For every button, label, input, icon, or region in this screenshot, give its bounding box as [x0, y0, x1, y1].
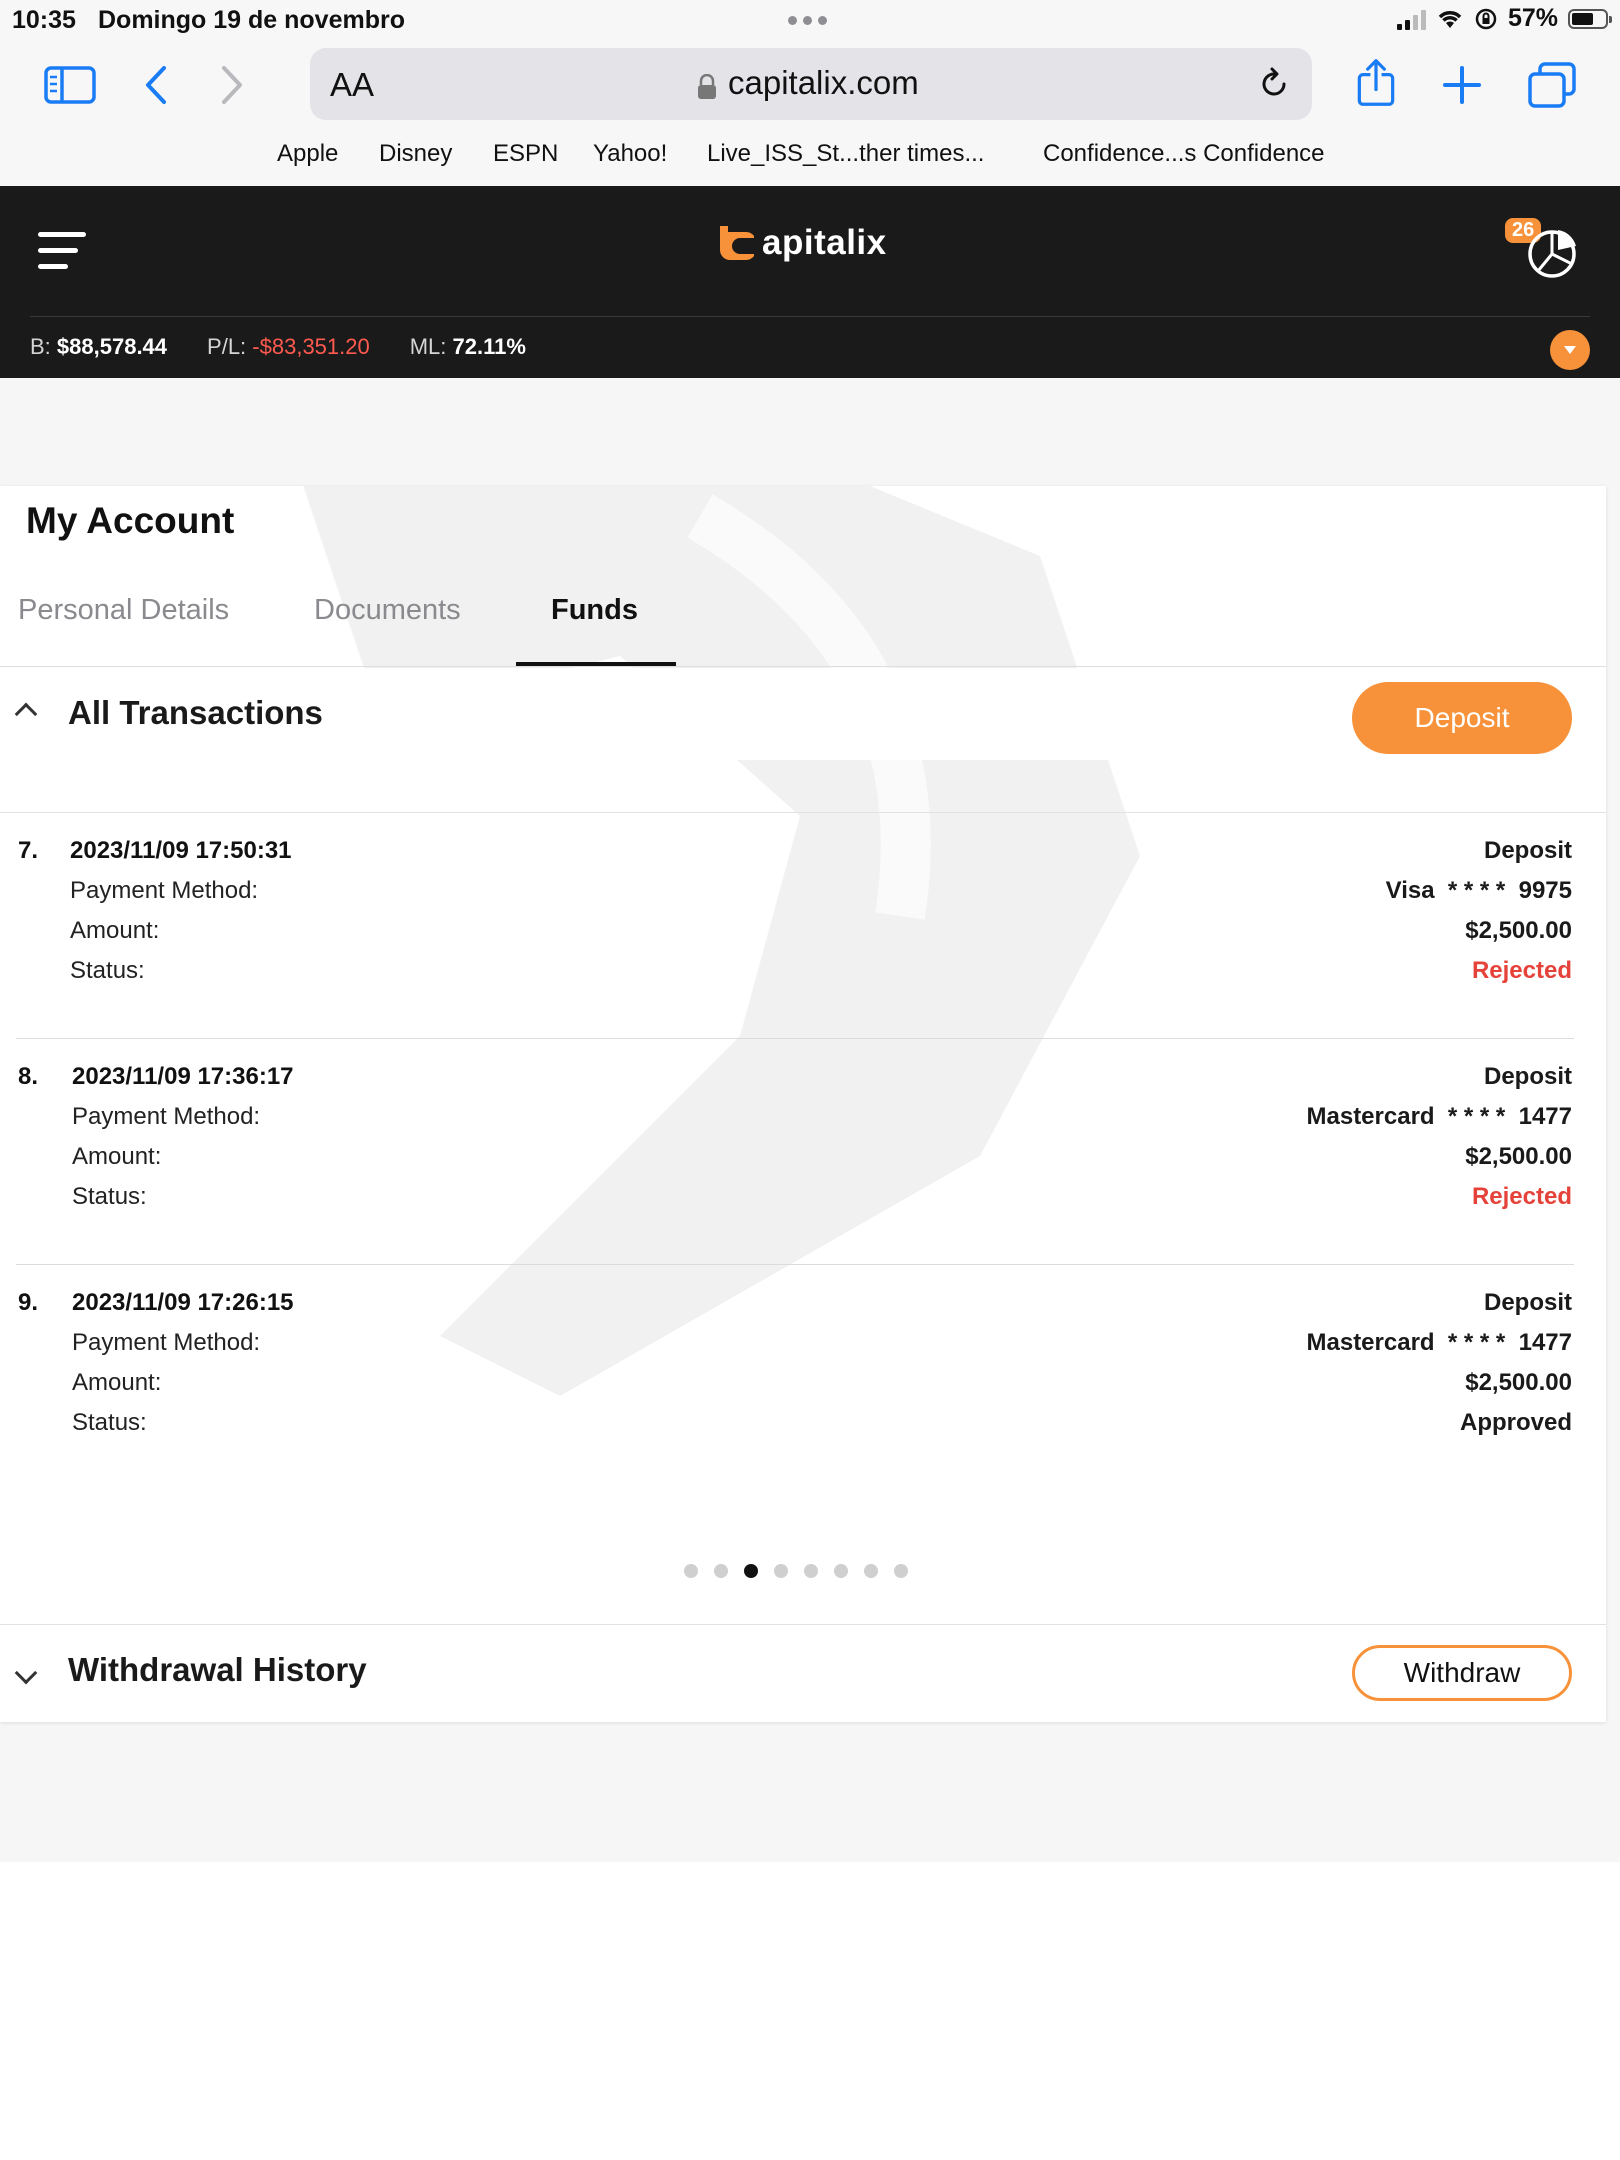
page-dot[interactable]	[774, 1564, 788, 1578]
page-dot[interactable]	[744, 1564, 758, 1578]
status-bar: 10:35 Domingo 19 de novembro 57%	[0, 0, 1620, 40]
account-stats: B: $88,578.44 P/L: -$83,351.20 ML: 72.11…	[30, 334, 526, 360]
payment-method-label: Payment Method:	[72, 1103, 261, 1130]
favorite-live-iss[interactable]: Live_ISS_St...ther times...	[707, 140, 984, 168]
status-value: Approved	[1459, 1409, 1572, 1436]
payment-method-value: Mastercard * * * * 1477	[1306, 1329, 1573, 1356]
transaction-number: 7.	[18, 837, 39, 864]
all-transactions-header[interactable]: All Transactions Deposit	[0, 668, 1606, 760]
active-tab-indicator	[516, 662, 676, 666]
orientation-lock-icon	[1475, 8, 1497, 29]
favorite-disney[interactable]: Disney	[379, 140, 452, 168]
portfolio-pie-icon[interactable]	[1518, 222, 1584, 282]
page-dot[interactable]	[834, 1564, 848, 1578]
collapse-chevron-icon[interactable]	[14, 702, 38, 726]
amount-value: $2,500.00	[1465, 1143, 1572, 1170]
favorite-espn[interactable]: ESPN	[493, 140, 558, 168]
pagination-dots	[684, 1564, 908, 1578]
menu-icon[interactable]	[38, 232, 88, 274]
amount-label: Amount:	[70, 917, 160, 944]
browser-toolbar: AA capitalix.com Apple Disney ESPN Yahoo…	[0, 40, 1620, 187]
logo-c-icon	[720, 226, 754, 260]
withdrawal-history-title: Withdrawal History	[68, 1651, 367, 1688]
tabs-overview-icon[interactable]	[1522, 60, 1582, 110]
all-transactions-title: All Transactions	[68, 694, 323, 731]
text-size-button[interactable]: AA	[330, 66, 374, 104]
sidebar-icon[interactable]	[40, 60, 100, 110]
transaction-datetime: 2023/11/09 17:36:17	[72, 1063, 294, 1090]
url-text: capitalix.com	[728, 64, 919, 101]
page-title: My Account	[26, 500, 235, 541]
favorite-confidence[interactable]: Confidence...s Confidence	[1043, 140, 1325, 168]
cellular-signal-icon	[1396, 8, 1426, 30]
transaction-number: 8.	[18, 1063, 39, 1090]
transaction-type: Deposit	[1483, 1289, 1572, 1316]
capitalix-logo[interactable]: apitalix	[716, 222, 887, 264]
account-tabs: Personal Details Documents Funds	[0, 594, 1606, 667]
battery-percent: 57%	[1507, 4, 1558, 32]
tab-funds[interactable]: Funds	[551, 594, 638, 627]
status-label: Status:	[70, 957, 145, 984]
favorite-yahoo[interactable]: Yahoo!	[593, 140, 667, 168]
status-time: 10:35	[12, 6, 76, 34]
pl-stat: P/L: -$83,351.20	[207, 334, 370, 359]
ml-value: 72.11%	[452, 334, 526, 359]
transaction-type: Deposit	[1483, 837, 1572, 864]
back-icon[interactable]	[126, 60, 186, 110]
status-label: Status:	[72, 1183, 147, 1210]
payment-method-value: Visa * * * * 9975	[1385, 877, 1572, 904]
expand-chevron-icon[interactable]	[14, 1661, 38, 1685]
my-account-card: My Account Personal Details Documents Fu…	[0, 486, 1606, 1722]
withdraw-button[interactable]: Withdraw	[1352, 1645, 1572, 1701]
amount-label: Amount:	[72, 1143, 162, 1170]
stats-expand-toggle[interactable]	[1550, 330, 1590, 370]
main-content: My Account Personal Details Documents Fu…	[0, 378, 1620, 1862]
transaction-datetime: 2023/11/09 17:50:31	[70, 837, 292, 864]
share-icon[interactable]	[1346, 58, 1406, 108]
deposit-button[interactable]: Deposit	[1352, 682, 1572, 754]
payment-method-label: Payment Method:	[70, 877, 259, 904]
forward-icon[interactable]	[202, 60, 262, 110]
tab-personal-details[interactable]: Personal Details	[18, 594, 229, 627]
wifi-icon	[1438, 10, 1462, 28]
page-dot[interactable]	[804, 1564, 818, 1578]
transaction-row: 8. 2023/11/09 17:36:17 Payment Method: A…	[0, 1039, 1606, 1265]
address-bar[interactable]: AA capitalix.com	[310, 48, 1312, 120]
status-value: Rejected	[1471, 1183, 1572, 1210]
transaction-row: 7. 2023/11/09 17:50:31 Payment Method: A…	[0, 813, 1606, 1039]
reload-icon[interactable]	[1254, 64, 1294, 104]
page-dot[interactable]	[864, 1564, 878, 1578]
text-size-label: AA	[330, 66, 375, 103]
amount-value: $2,500.00	[1465, 1369, 1572, 1396]
page-dot[interactable]	[714, 1564, 728, 1578]
page-dot[interactable]	[894, 1564, 908, 1578]
transaction-type: Deposit	[1483, 1063, 1572, 1090]
page-dot[interactable]	[684, 1564, 698, 1578]
payment-method-label: Payment Method:	[72, 1329, 261, 1356]
lock-icon	[698, 74, 716, 99]
status-value: Rejected	[1471, 957, 1572, 984]
status-label: Status:	[72, 1409, 147, 1436]
status-indicators: 57%	[1396, 4, 1612, 33]
transaction-row: 9. 2023/11/09 17:26:15 Payment Method: A…	[0, 1265, 1606, 1491]
favorite-apple[interactable]: Apple	[277, 140, 338, 168]
pl-value: -$83,351.20	[252, 334, 370, 359]
new-tab-icon[interactable]	[1432, 60, 1492, 110]
withdrawal-history-header[interactable]: Withdrawal History Withdraw	[0, 1624, 1606, 1721]
amount-label: Amount:	[72, 1369, 162, 1396]
transaction-datetime: 2023/11/09 17:26:15	[72, 1289, 294, 1316]
payment-method-value: Mastercard * * * * 1477	[1306, 1103, 1573, 1130]
amount-value: $2,500.00	[1465, 917, 1572, 944]
tab-documents[interactable]: Documents	[314, 594, 461, 627]
balance-stat: B: $88,578.44	[30, 334, 168, 359]
transaction-number: 9.	[18, 1289, 39, 1316]
app-header: apitalix 26 B: $88,578.44 P/L: -$83,351.…	[0, 186, 1620, 378]
balance-value: $88,578.44	[56, 334, 168, 359]
logo-text: apitalix	[762, 223, 887, 262]
status-date: Domingo 19 de novembro	[98, 6, 405, 34]
battery-icon	[1568, 8, 1612, 29]
multitasking-dots-icon[interactable]	[788, 16, 827, 25]
ml-stat: ML: 72.11%	[409, 334, 526, 359]
